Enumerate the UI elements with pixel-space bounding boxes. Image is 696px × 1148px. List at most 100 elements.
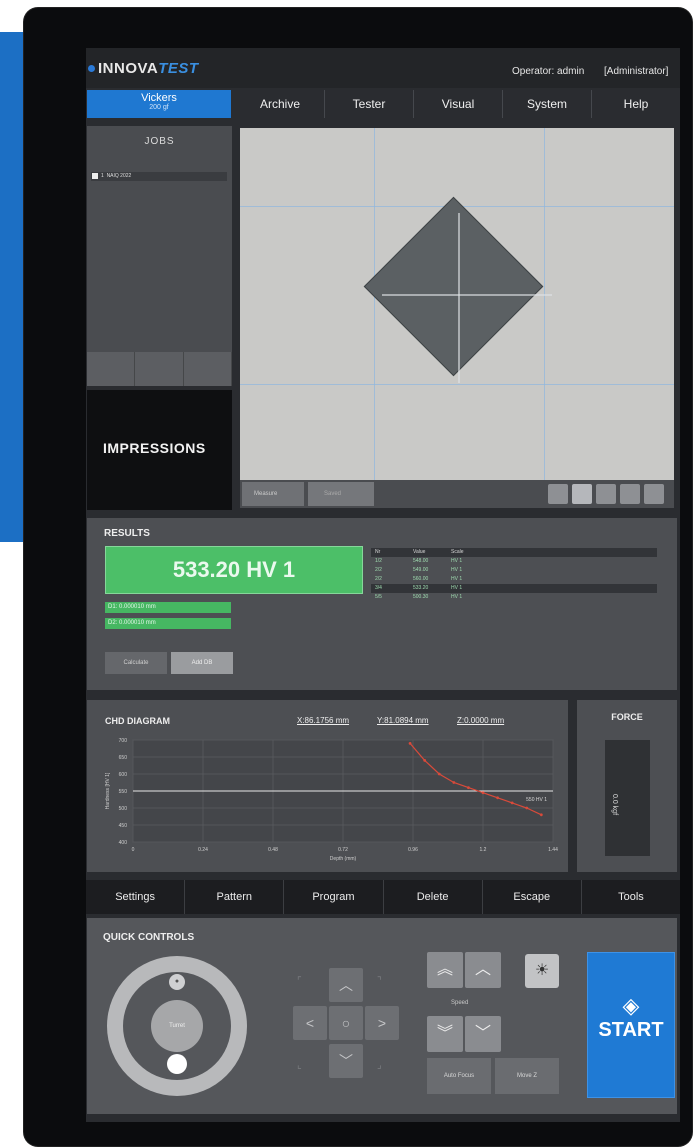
brand-prefix: INNOVA	[98, 60, 159, 77]
z-fast-down-button[interactable]: ︾	[427, 1016, 463, 1052]
settings-button[interactable]: Settings	[86, 880, 184, 914]
data-point	[481, 791, 485, 795]
tools-button[interactable]: Tools	[580, 880, 680, 914]
stage-down-button[interactable]: ﹀	[329, 1044, 363, 1078]
test-mode-label: Vickers	[141, 92, 177, 104]
grid-line-horizontal	[240, 384, 674, 385]
auto-focus-button[interactable]: Auto Focus	[427, 1058, 491, 1094]
results-panel: RESULTS 533.20 HV 1 D1: 0.000010 mm D2: …	[87, 518, 677, 690]
crop-icon[interactable]	[596, 484, 616, 504]
jobs-title: JOBS	[144, 136, 175, 147]
hardness-value: 533.20 HV 1	[105, 546, 363, 594]
delete-button[interactable]: Delete	[382, 880, 482, 914]
menu-tester[interactable]: Tester	[324, 90, 413, 118]
fit-icon[interactable]	[620, 484, 640, 504]
job-row[interactable]: 1 NAIQ 2022	[91, 172, 227, 181]
fullscreen-icon[interactable]	[644, 484, 664, 504]
data-point	[539, 813, 543, 817]
objective-indicator[interactable]	[167, 1054, 187, 1074]
cell-value: 500.30	[413, 594, 429, 600]
logo-dot-icon	[88, 65, 95, 72]
diagonal-d2: D2: 0.000010 mm	[105, 618, 231, 629]
grid-line-vertical	[544, 128, 545, 480]
corner-arrow-icon: ⌞	[297, 1060, 302, 1071]
microscope-image-view[interactable]	[240, 128, 674, 480]
menu-help[interactable]: Help	[591, 90, 680, 118]
job-checkbox[interactable]	[92, 173, 98, 179]
focus-speed-label: Speed	[451, 1000, 469, 1006]
turret-knob[interactable]: Turret	[151, 1000, 203, 1052]
results-table: Nr Value Scale 1/2 548.00 HV 1 2/2 549.00 HV 1…	[371, 548, 657, 602]
measure-label: Measure	[254, 491, 278, 497]
brand-suffix: TEST	[158, 60, 199, 77]
brand-logo: INNOVATEST	[88, 60, 199, 77]
header-scale: Scale	[451, 549, 464, 555]
force-title: FORCE	[611, 712, 643, 722]
cell-value: 560.00	[413, 576, 429, 582]
test-mode-button[interactable]: Vickers 200 gf	[87, 90, 231, 118]
add-db-button[interactable]: Add DB	[171, 652, 233, 674]
table-row[interactable]: 1/2 548.00 HV 1	[371, 557, 657, 566]
data-point	[525, 806, 529, 810]
menu-archive[interactable]: Archive	[236, 90, 324, 118]
table-row[interactable]: 2/2 549.00 HV 1	[371, 566, 657, 575]
cell-value: 548.00	[413, 558, 429, 564]
zoom-icon[interactable]	[572, 484, 592, 504]
move-z-button[interactable]: Move Z	[495, 1058, 559, 1094]
force-panel: FORCE 0.0 kgf	[577, 700, 677, 872]
table-row-selected[interactable]: 3/4 533.20 HV 1	[371, 584, 657, 593]
jobs-edit-button[interactable]	[135, 352, 184, 386]
table-row[interactable]: 5/5 500.30 HV 1	[371, 593, 657, 602]
cell-value: 549.00	[413, 567, 429, 573]
indentation-diagonal	[382, 294, 552, 296]
z-fast-up-button[interactable]: ︽	[427, 952, 463, 988]
cell-scale: HV 1	[451, 558, 463, 564]
calculate-button[interactable]: Calculate	[105, 652, 167, 674]
stage-right-button[interactable]: >	[365, 1006, 399, 1040]
cell-nr: 1/2	[375, 558, 382, 564]
header-value: Value	[413, 549, 426, 555]
measure-button[interactable]: Measure	[242, 482, 304, 506]
menu-system[interactable]: System	[502, 90, 591, 118]
main-menu: Archive Tester Visual System Help	[236, 90, 680, 118]
stage-up-button[interactable]: ︿	[329, 968, 363, 1002]
program-button[interactable]: Program	[283, 880, 382, 914]
start-button[interactable]: ◈ START	[587, 952, 675, 1098]
y-tick-label: 450	[119, 823, 128, 829]
escape-button[interactable]: Escape	[481, 880, 581, 914]
x-tick-label: 0	[132, 847, 135, 853]
z-up-button[interactable]: ︿	[465, 952, 501, 988]
light-icon[interactable]: ☀	[525, 954, 559, 988]
quick-controls-title: QUICK CONTROLS	[103, 932, 195, 943]
turret-ring[interactable]: ● Turret	[107, 956, 247, 1096]
saved-button[interactable]: Saved	[308, 482, 374, 506]
z-down-button[interactable]: ﹀	[465, 1016, 501, 1052]
app-screen: INNOVATEST Operator: admin [Administrato…	[86, 48, 680, 1122]
jobs-remove-button[interactable]	[183, 352, 232, 386]
stage-left-button[interactable]: <	[293, 1006, 327, 1040]
cell-scale: HV 1	[451, 594, 463, 600]
cursor-icon[interactable]	[548, 484, 568, 504]
device-bezel: INNOVATEST Operator: admin [Administrato…	[24, 8, 692, 1146]
cell-scale: HV 1	[451, 576, 463, 582]
operator-label: Operator: admin	[512, 66, 585, 77]
jobs-panel: JOBS 1 NAIQ 2022	[87, 126, 232, 386]
turret-position-marker[interactable]: ●	[169, 974, 185, 990]
menu-visual[interactable]: Visual	[413, 90, 502, 118]
data-point	[423, 759, 427, 762]
role-label: [Administrator]	[604, 66, 669, 77]
cell-scale: HV 1	[451, 567, 463, 573]
jobs-add-button[interactable]	[87, 352, 136, 386]
y-tick-label: 700	[119, 738, 128, 744]
pattern-button[interactable]: Pattern	[184, 880, 283, 914]
force-gauge: 0.0 kgf	[605, 740, 650, 856]
force-value: 0.0 kgf	[611, 794, 618, 816]
y-tick-label: 500	[119, 806, 128, 812]
x-tick-label: 0.72	[338, 847, 348, 853]
x-tick-label: 0.24	[198, 847, 208, 853]
table-row[interactable]: 2/2 560.00 HV 1	[371, 575, 657, 584]
stage-center-button[interactable]: ○	[329, 1006, 363, 1040]
jobs-button-row	[87, 352, 232, 386]
impressions-logo: IMPRESSIONS	[103, 440, 206, 456]
y-tick-label: 650	[119, 755, 128, 761]
